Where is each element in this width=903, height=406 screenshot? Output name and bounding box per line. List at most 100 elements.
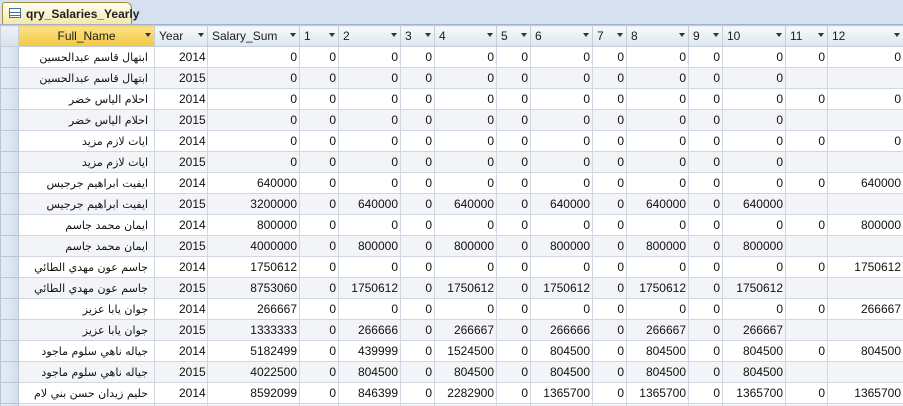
cell-3[interactable]: 0 [400, 88, 435, 110]
cell-3[interactable]: 0 [400, 319, 435, 341]
cell-6[interactable]: 640000 [530, 193, 593, 215]
cell-4[interactable]: 2282900 [434, 382, 497, 404]
cell-6[interactable]: 0 [530, 88, 593, 110]
cell-9[interactable]: 0 [688, 88, 723, 110]
cell-9[interactable]: 0 [688, 214, 723, 236]
cell-10[interactable]: 804500 [722, 340, 786, 362]
cell-11[interactable] [785, 151, 828, 173]
dropdown-arrow-icon[interactable] [617, 33, 623, 37]
cell-year[interactable]: 2015 [154, 277, 208, 299]
cell-7[interactable]: 0 [592, 46, 627, 68]
cell-12[interactable]: 800000 [827, 214, 903, 236]
column-header-9[interactable]: 9 [688, 25, 723, 47]
cell-salary_sum[interactable]: 0 [207, 67, 300, 89]
cell-5[interactable]: 0 [496, 88, 531, 110]
cell-12[interactable] [827, 193, 903, 215]
cell-12[interactable]: 0 [827, 130, 903, 152]
cell-10[interactable]: 0 [722, 130, 786, 152]
cell-2[interactable]: 439999 [338, 340, 401, 362]
cell-7[interactable]: 0 [592, 130, 627, 152]
cell-year[interactable]: 2015 [154, 235, 208, 257]
cell-full_name[interactable]: ايمان محمد جاسم [18, 235, 155, 257]
cell-3[interactable]: 0 [400, 130, 435, 152]
query-tab[interactable]: qry_Salaries_Yearly [2, 2, 139, 24]
cell-2[interactable]: 0 [338, 46, 401, 68]
cell-3[interactable]: 0 [400, 172, 435, 194]
cell-salary_sum[interactable]: 3200000 [207, 193, 300, 215]
cell-7[interactable]: 0 [592, 151, 627, 173]
cell-1[interactable]: 0 [299, 214, 339, 236]
cell-10[interactable]: 0 [722, 46, 786, 68]
cell-10[interactable]: 1750612 [722, 277, 786, 299]
cell-5[interactable]: 0 [496, 361, 531, 383]
dropdown-arrow-icon[interactable] [290, 33, 296, 37]
cell-9[interactable]: 0 [688, 151, 723, 173]
table-row[interactable]: حليم زيدان حسن بني لام 2014 8592099 0 846399… [0, 382, 903, 404]
cell-7[interactable]: 0 [592, 277, 627, 299]
cell-9[interactable]: 0 [688, 130, 723, 152]
cell-8[interactable]: 0 [626, 256, 689, 278]
cell-9[interactable]: 0 [688, 298, 723, 320]
cell-4[interactable]: 1524500 [434, 340, 497, 362]
table-row[interactable]: ابتهال قاسم عبدالحسين 2015 0 0 0 0 0 0 0 0 0 0 0 [0, 67, 903, 89]
cell-full_name[interactable]: جوان يابا عزيز [18, 298, 155, 320]
cell-2[interactable]: 0 [338, 109, 401, 131]
cell-6[interactable]: 0 [530, 67, 593, 89]
cell-6[interactable]: 0 [530, 46, 593, 68]
cell-5[interactable]: 0 [496, 130, 531, 152]
table-row[interactable]: جياله ناهي سلوم ماجود 2014 5182499 0 439999 0… [0, 340, 903, 362]
cell-8[interactable]: 0 [626, 214, 689, 236]
cell-3[interactable]: 0 [400, 361, 435, 383]
cell-10[interactable]: 1365700 [722, 382, 786, 404]
column-header-12[interactable]: 12 [827, 25, 903, 47]
cell-6[interactable]: 0 [530, 130, 593, 152]
cell-year[interactable]: 2015 [154, 193, 208, 215]
dropdown-arrow-icon[interactable] [521, 33, 527, 37]
cell-year[interactable]: 2015 [154, 319, 208, 341]
cell-7[interactable]: 0 [592, 235, 627, 257]
dropdown-arrow-icon[interactable] [894, 33, 900, 37]
table-row[interactable]: جاسم عون مهدي الطائي 2015 8753060 0 1750612 0… [0, 277, 903, 299]
cell-4[interactable]: 266667 [434, 319, 497, 341]
cell-11[interactable] [785, 235, 828, 257]
cell-9[interactable]: 0 [688, 319, 723, 341]
cell-full_name[interactable]: ايفيت ابراهيم جرجيس [18, 193, 155, 215]
cell-12[interactable]: 640000 [827, 172, 903, 194]
table-row[interactable]: جوان يابا عزيز 2015 1333333 0 266666 0 266667 0… [0, 319, 903, 341]
cell-7[interactable]: 0 [592, 88, 627, 110]
cell-7[interactable]: 0 [592, 361, 627, 383]
cell-5[interactable]: 0 [496, 277, 531, 299]
cell-3[interactable]: 0 [400, 382, 435, 404]
cell-4[interactable]: 0 [434, 109, 497, 131]
cell-full_name[interactable]: جاسم عون مهدي الطائي [18, 256, 155, 278]
cell-11[interactable]: 0 [785, 382, 828, 404]
cell-1[interactable]: 0 [299, 172, 339, 194]
cell-10[interactable]: 804500 [722, 361, 786, 383]
column-header-1[interactable]: 1 [299, 25, 339, 47]
cell-1[interactable]: 0 [299, 88, 339, 110]
cell-2[interactable]: 804500 [338, 361, 401, 383]
cell-6[interactable]: 0 [530, 109, 593, 131]
record-selector[interactable] [0, 382, 19, 404]
cell-11[interactable]: 0 [785, 88, 828, 110]
column-header-11[interactable]: 11 [785, 25, 828, 47]
cell-3[interactable]: 0 [400, 235, 435, 257]
cell-3[interactable]: 0 [400, 193, 435, 215]
cell-1[interactable]: 0 [299, 130, 339, 152]
record-selector[interactable] [0, 235, 19, 257]
cell-12[interactable]: 1750612 [827, 256, 903, 278]
cell-8[interactable]: 1750612 [626, 277, 689, 299]
cell-2[interactable]: 0 [338, 88, 401, 110]
cell-salary_sum[interactable]: 1333333 [207, 319, 300, 341]
dropdown-arrow-icon[interactable] [713, 33, 719, 37]
cell-6[interactable]: 804500 [530, 340, 593, 362]
cell-5[interactable]: 0 [496, 109, 531, 131]
dropdown-arrow-icon[interactable] [776, 33, 782, 37]
cell-10[interactable]: 0 [722, 172, 786, 194]
cell-7[interactable]: 0 [592, 298, 627, 320]
cell-salary_sum[interactable]: 8753060 [207, 277, 300, 299]
cell-12[interactable]: 0 [827, 88, 903, 110]
cell-5[interactable]: 0 [496, 382, 531, 404]
cell-3[interactable]: 0 [400, 151, 435, 173]
column-header-salary_sum[interactable]: Salary_Sum [207, 25, 300, 47]
